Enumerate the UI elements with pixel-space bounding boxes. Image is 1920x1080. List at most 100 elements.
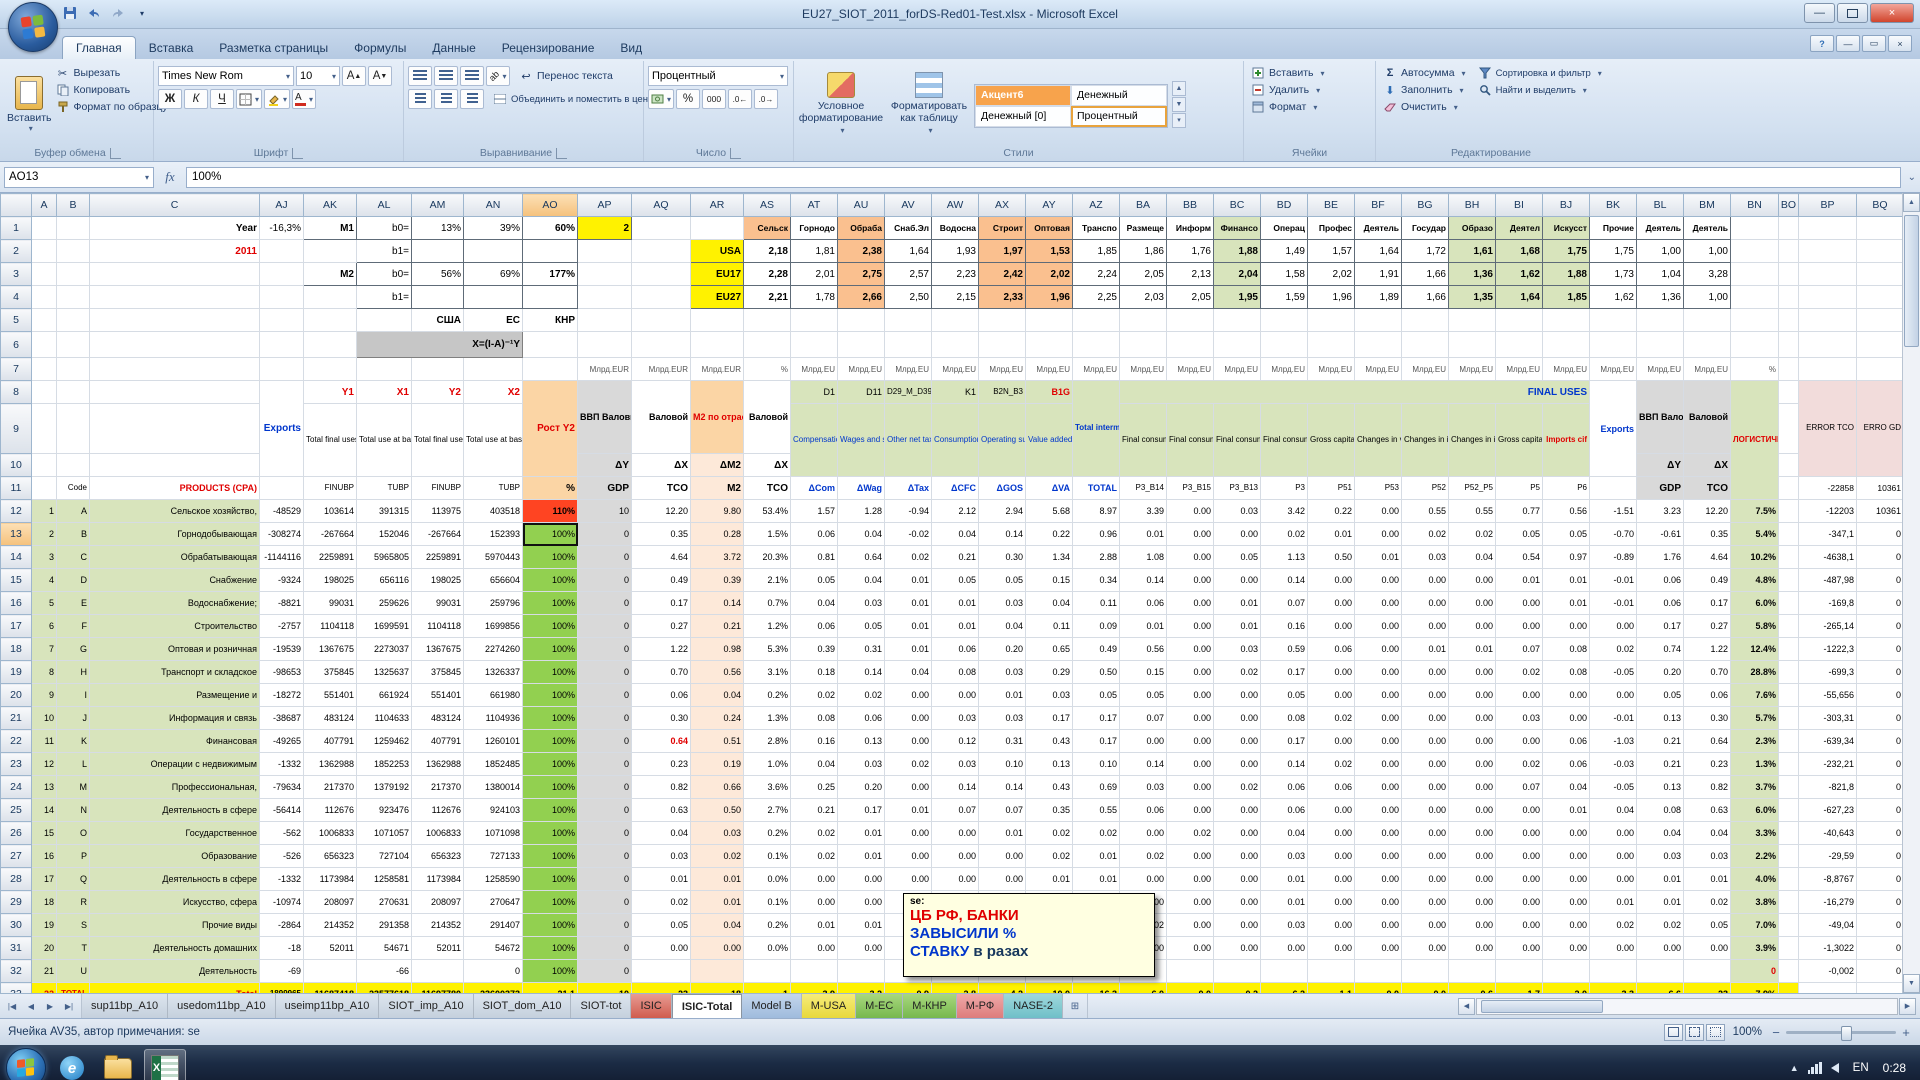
cell-AW22[interactable]: 0.12 (932, 730, 979, 753)
dialog-launcher-icon[interactable] (292, 148, 303, 159)
cell-AL9[interactable]: Total use at basic prices (357, 404, 412, 477)
cell-B30[interactable]: S (57, 914, 90, 937)
cell-BN29[interactable]: 3.8% (1731, 891, 1779, 914)
cell-BA17[interactable]: 0.01 (1120, 615, 1167, 638)
cell-BI2[interactable]: 1,68 (1496, 240, 1543, 263)
cell-AY6[interactable] (1026, 332, 1073, 358)
cell-A24[interactable]: 13 (32, 776, 57, 799)
cell-BD1[interactable]: Операц (1261, 217, 1308, 240)
cell-BI1[interactable]: Деятел (1496, 217, 1543, 240)
cell-AV4[interactable]: 2,50 (885, 286, 932, 309)
cell-BD20[interactable]: 0.05 (1261, 684, 1308, 707)
accounting-format-button[interactable]: ▾ (648, 89, 674, 109)
style-preset[interactable]: Акцент6 (975, 85, 1071, 106)
cell-AL23[interactable]: 1852253 (357, 753, 412, 776)
cell-AP25[interactable]: 0 (578, 799, 632, 822)
scroll-down-button[interactable]: ▼ (1903, 974, 1920, 993)
cell-AK22[interactable]: 407791 (304, 730, 357, 753)
cell-A14[interactable]: 3 (32, 546, 57, 569)
cell-A29[interactable]: 18 (32, 891, 57, 914)
cell-BA4[interactable]: 2,03 (1120, 286, 1167, 309)
cell-BD3[interactable]: 1,58 (1261, 263, 1308, 286)
cell-AT27[interactable]: 0.02 (791, 845, 838, 868)
cell-AS18[interactable]: 5.3% (744, 638, 791, 661)
cell-B28[interactable]: Q (57, 868, 90, 891)
cell-AU13[interactable]: 0.04 (838, 523, 885, 546)
cell-AV18[interactable]: 0.01 (885, 638, 932, 661)
cell-AS23[interactable]: 1.0% (744, 753, 791, 776)
cell-BI17[interactable]: 0.00 (1496, 615, 1543, 638)
cell-BO24[interactable] (1779, 776, 1799, 799)
cell-AM29[interactable]: 208097 (412, 891, 464, 914)
col-header-BE[interactable]: BE (1308, 194, 1355, 217)
cell-BL33[interactable]: 6,6 (1637, 983, 1684, 994)
cell-AJ20[interactable]: -18272 (260, 684, 304, 707)
cell-BK20[interactable]: 0.00 (1590, 684, 1637, 707)
cell-BB4[interactable]: 2,05 (1167, 286, 1214, 309)
cell-BN4[interactable] (1731, 286, 1779, 309)
cell-BP21[interactable]: -303,31 (1799, 707, 1857, 730)
cell-AL12[interactable]: 391315 (357, 500, 412, 523)
cell-AX17[interactable]: 0.04 (979, 615, 1026, 638)
cell-AW13[interactable]: 0.04 (932, 523, 979, 546)
cell-AM13[interactable]: -267664 (412, 523, 464, 546)
qat-dropdown-icon[interactable]: ▾ (132, 3, 152, 23)
cell-AR6[interactable] (691, 332, 744, 358)
cell-BK18[interactable]: 0.02 (1590, 638, 1637, 661)
cell-BJ20[interactable]: 0.00 (1543, 684, 1590, 707)
cell-BN15[interactable]: 4.8% (1731, 569, 1779, 592)
sheet-tab[interactable]: sup11bp_A10 (82, 994, 168, 1018)
cell-BI30[interactable]: 0.00 (1496, 914, 1543, 937)
cell-BO33[interactable] (1779, 983, 1799, 994)
cell-C22[interactable]: Финансовая (90, 730, 260, 753)
col-header-AY[interactable]: AY (1026, 194, 1073, 217)
cell-BO28[interactable] (1779, 868, 1799, 891)
cell-BH22[interactable]: 0.00 (1449, 730, 1496, 753)
cell-BD2[interactable]: 1,49 (1261, 240, 1308, 263)
cell-B20[interactable]: I (57, 684, 90, 707)
cell-B5[interactable] (57, 309, 90, 332)
cell-BD19[interactable]: 0.17 (1261, 661, 1308, 684)
cell-AT14[interactable]: 0.81 (791, 546, 838, 569)
cell-AX22[interactable]: 0.31 (979, 730, 1026, 753)
cell-AZ33[interactable]: 16,3 (1073, 983, 1120, 994)
cell-AK27[interactable]: 656323 (304, 845, 357, 868)
cell-C2[interactable]: 2011 (90, 240, 260, 263)
office-button[interactable] (8, 2, 58, 52)
cell-AM22[interactable]: 407791 (412, 730, 464, 753)
cell-BG24[interactable]: 0.00 (1402, 776, 1449, 799)
cell-BB7[interactable]: Млрд.EU (1167, 358, 1214, 381)
cell-BK25[interactable]: 0.04 (1590, 799, 1637, 822)
cell-AY18[interactable]: 0.65 (1026, 638, 1073, 661)
cell-BI18[interactable]: 0.07 (1496, 638, 1543, 661)
cell-BE1[interactable]: Профес (1308, 217, 1355, 240)
row-header-6[interactable]: 6 (1, 332, 32, 358)
cell-BJ32[interactable] (1543, 960, 1590, 983)
cell-BD28[interactable]: 0.01 (1261, 868, 1308, 891)
col-header-BP[interactable]: BP (1799, 194, 1857, 217)
cell-AK5[interactable] (304, 309, 357, 332)
cell-AP10[interactable]: ΔY (578, 454, 632, 477)
cell-BN12[interactable]: 7.5% (1731, 500, 1779, 523)
cell-BC5[interactable] (1214, 309, 1261, 332)
cell-BL12[interactable]: 3.23 (1637, 500, 1684, 523)
cell-A16[interactable]: 5 (32, 592, 57, 615)
cell-AU20[interactable]: 0.02 (838, 684, 885, 707)
cell-AT28[interactable]: 0.00 (791, 868, 838, 891)
cell-BL27[interactable]: 0.03 (1637, 845, 1684, 868)
cell-BA16[interactable]: 0.06 (1120, 592, 1167, 615)
cell-AO24[interactable]: 100% (523, 776, 578, 799)
cell-AL20[interactable]: 661924 (357, 684, 412, 707)
cell-AT21[interactable]: 0.08 (791, 707, 838, 730)
cell-AX5[interactable] (979, 309, 1026, 332)
cut-button[interactable]: ✂Вырезать (53, 65, 171, 81)
cell-C10[interactable] (90, 454, 260, 477)
cell-A10[interactable] (32, 454, 57, 477)
cell-AS26[interactable]: 0.2% (744, 822, 791, 845)
cell-BB17[interactable]: 0.00 (1167, 615, 1214, 638)
cell-BN3[interactable] (1731, 263, 1779, 286)
cell-AU19[interactable]: 0.14 (838, 661, 885, 684)
cell-AL26[interactable]: 1071057 (357, 822, 412, 845)
cell-BG2[interactable]: 1,72 (1402, 240, 1449, 263)
cell-BF11[interactable]: P53 (1355, 477, 1402, 500)
